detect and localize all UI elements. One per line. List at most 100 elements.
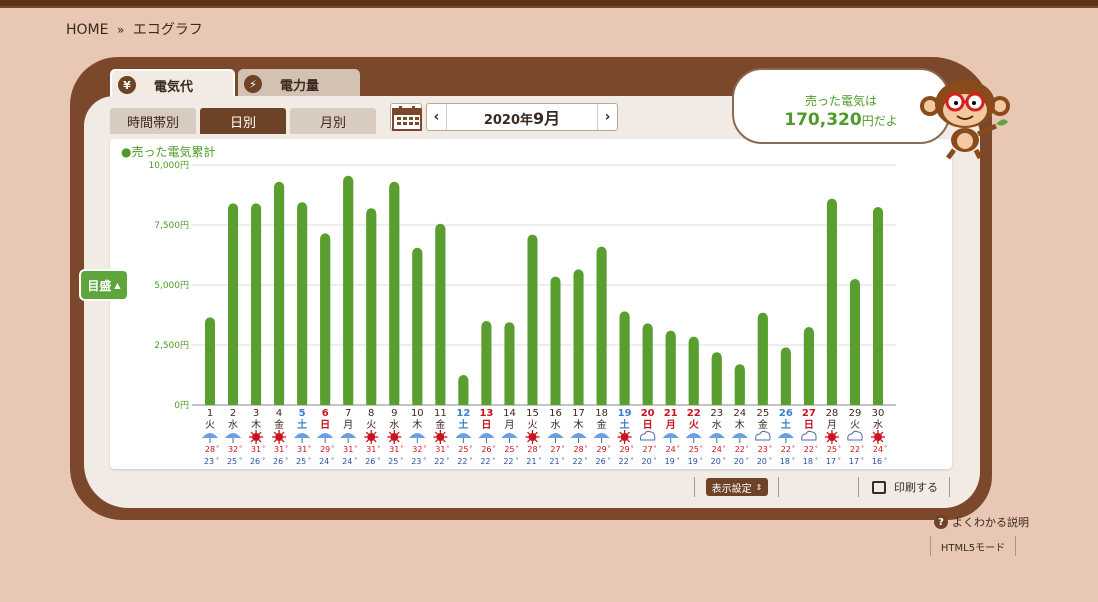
low-temp-label: 18 — [803, 457, 813, 466]
sun-core — [390, 433, 399, 441]
degree-mark: ° — [585, 445, 588, 452]
x-tick-label: 17 — [572, 408, 585, 419]
bar-base — [366, 213, 377, 405]
low-temp-label: 25 — [388, 457, 398, 466]
degree-mark: ° — [562, 445, 565, 452]
degree-mark: ° — [285, 445, 288, 452]
bar-base — [826, 203, 837, 405]
degree-mark: ° — [308, 445, 311, 452]
x-tick-label: 16 — [549, 408, 562, 419]
sun-ray — [442, 431, 446, 435]
degree-mark: ° — [469, 445, 472, 452]
degree-mark: ° — [700, 445, 703, 452]
high-temp-label: 22 — [804, 445, 814, 454]
bar-base — [504, 327, 515, 405]
low-temp-label: 20 — [642, 457, 652, 466]
high-temp-label: 22 — [781, 445, 791, 454]
sun-icon — [364, 430, 379, 444]
bar-base — [320, 238, 331, 405]
low-temp-label: 22 — [572, 457, 582, 466]
weekday-label: 月 — [504, 419, 514, 431]
bar-base — [642, 328, 653, 405]
question-icon: ? — [934, 515, 948, 529]
low-temp-label: 26 — [273, 457, 283, 466]
bar-base — [527, 239, 538, 405]
sun-ray — [388, 439, 392, 443]
degree-mark: ° — [838, 457, 841, 464]
degree-mark: ° — [446, 457, 449, 464]
weekday-label: 木 — [574, 419, 584, 431]
high-temp-label: 32 — [228, 445, 238, 454]
divider — [694, 477, 695, 497]
bar-base — [619, 316, 630, 405]
display-settings-button[interactable]: 表示設定 ⇕ — [706, 478, 768, 496]
bar-base — [343, 180, 354, 405]
x-tick-label: 27 — [802, 408, 816, 419]
y-tick-label: 10,000円 — [149, 160, 190, 171]
degree-mark: ° — [354, 445, 357, 452]
sun-icon — [249, 430, 264, 444]
bar-base — [780, 352, 791, 405]
bar-base — [573, 274, 584, 405]
degree-mark: ° — [585, 457, 588, 464]
degree-mark: ° — [262, 457, 265, 464]
weekday-label: 火 — [689, 419, 700, 431]
degree-mark: ° — [631, 457, 634, 464]
degree-mark: ° — [631, 445, 634, 452]
y-tick-label: 7,500円 — [154, 220, 189, 231]
umbrella-icon — [225, 433, 242, 438]
print-button[interactable]: 印刷する — [872, 477, 938, 497]
low-temp-label: 22 — [457, 457, 467, 466]
weekday-label: 金 — [597, 418, 607, 431]
sun-ray — [619, 439, 623, 443]
sun-ray — [281, 431, 285, 435]
x-tick-label: 24 — [733, 408, 746, 419]
umbrella-icon — [409, 433, 426, 438]
high-temp-label: 28 — [205, 445, 215, 454]
weekday-label: 金 — [758, 418, 768, 431]
degree-mark: ° — [423, 457, 426, 464]
sun-ray — [826, 431, 830, 435]
degree-mark: ° — [562, 457, 565, 464]
weekday-label: 水 — [712, 419, 722, 431]
sun-ray — [626, 439, 631, 443]
sun-core — [620, 433, 629, 441]
weekday-label: 火 — [527, 419, 537, 431]
x-tick-label: 3 — [253, 408, 259, 419]
sun-ray — [373, 431, 377, 435]
low-temp-label: 21 — [526, 457, 536, 466]
high-temp-label: 31 — [389, 445, 399, 454]
html5-mode-link[interactable]: HTML5モード — [930, 536, 1016, 556]
sun-ray — [388, 431, 392, 435]
weekday-label: 月 — [827, 419, 837, 431]
degree-mark: ° — [469, 457, 472, 464]
umbrella-icon — [708, 433, 725, 438]
sun-ray — [880, 431, 884, 435]
high-temp-label: 31 — [274, 445, 284, 454]
degree-mark: ° — [377, 445, 380, 452]
divider — [778, 477, 779, 497]
degree-mark: ° — [400, 457, 403, 464]
low-temp-label: 26 — [595, 457, 605, 466]
sun-ray — [365, 431, 369, 435]
high-temp-label: 24 — [712, 445, 722, 454]
sun-ray — [619, 431, 623, 435]
low-temp-label: 24 — [319, 457, 329, 466]
degree-mark: ° — [677, 445, 680, 452]
help-link[interactable]: ? よくわかる説明 — [934, 514, 1029, 530]
x-tick-label: 22 — [687, 408, 701, 419]
bar-base — [873, 212, 883, 405]
weekday-label: 水 — [228, 419, 238, 431]
bar-base — [205, 322, 215, 405]
degree-mark: ° — [354, 457, 357, 464]
weekday-label: 日 — [804, 419, 814, 431]
umbrella-icon — [662, 433, 679, 438]
degree-mark: ° — [861, 445, 864, 452]
bar-base — [757, 317, 768, 405]
low-temp-label: 22 — [434, 457, 444, 466]
x-tick-label: 9 — [391, 408, 397, 419]
help-label: よくわかる説明 — [952, 516, 1029, 529]
degree-mark: ° — [308, 457, 311, 464]
bar-base — [596, 251, 607, 405]
high-temp-label: 26 — [481, 445, 491, 454]
